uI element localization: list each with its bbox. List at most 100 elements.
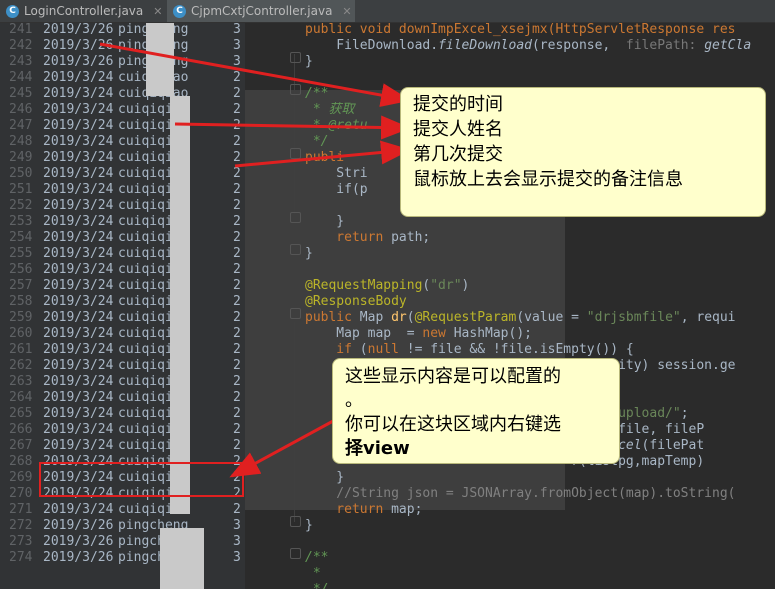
revision-count: 3 [233, 54, 241, 69]
code-line[interactable]: * 获取 [305, 102, 355, 118]
code-token: /** [305, 86, 329, 101]
code-line[interactable]: /** [305, 86, 328, 102]
annotation-row[interactable]: 266 2019/3/24 cuiqiqiao 2 [0, 422, 245, 438]
annotation-row[interactable]: 250 2019/3/24 cuiqiqiao 2 [0, 166, 245, 182]
code-token: } [305, 470, 345, 485]
line-number: 242 [9, 38, 33, 53]
code-line[interactable]: */ [305, 582, 329, 589]
code-token: public void downImpExcel_xsejmx(HttpServ… [305, 22, 736, 37]
code-token: } [305, 214, 345, 229]
revision-count: 2 [233, 230, 241, 245]
line-number: 246 [9, 102, 33, 117]
annotation-row[interactable]: 273 2019/3/26 pingcheng 3 [0, 534, 245, 550]
code-token: "dr" [430, 278, 462, 293]
line-number: 273 [9, 534, 33, 549]
code-line[interactable]: * [305, 566, 321, 582]
code-line[interactable]: } [305, 54, 313, 70]
annotation-row[interactable]: 2432019/3/26pingcheng3 [0, 54, 245, 70]
code-line[interactable]: if(p [305, 182, 367, 198]
code-line[interactable]: @ResponseBody [305, 294, 407, 310]
fold-marker-icon[interactable] [290, 244, 301, 255]
line-number: 267 [9, 438, 33, 453]
annotation-row[interactable]: 259 2019/3/24 cuiqiqiao 2 [0, 310, 245, 326]
annotation-row[interactable]: 254 2019/3/24 cuiqiqiao 2 [0, 230, 245, 246]
fold-marker-icon[interactable] [290, 516, 301, 527]
revision-count: 2 [233, 102, 241, 117]
annotation-row[interactable]: 252 2019/3/24 cuiqiqiao 2 [0, 198, 245, 214]
line-number: 257 [9, 278, 33, 293]
line-number: 249 [9, 150, 33, 165]
annotation-row[interactable]: 260 2019/3/24 cuiqiqiao 2 [0, 326, 245, 342]
annotation-row[interactable]: 261 2019/3/24 cuiqiqiao 2 [0, 342, 245, 358]
code-line[interactable]: //String json = JSONArray.fromObject(map… [305, 486, 735, 502]
commit-date: 2019/3/26 [43, 22, 114, 37]
close-icon[interactable]: ✕ [153, 5, 162, 18]
revision-count: 3 [233, 518, 241, 533]
code-token: if [305, 342, 360, 357]
line-number: 270 [9, 486, 33, 501]
annotation-row[interactable]: 256 2019/3/24 cuiqiqiao 2 [0, 262, 245, 278]
code-line[interactable]: if (null != file && !file.isEmpty()) { [305, 342, 633, 358]
code-line[interactable]: @RequestMapping("dr") [305, 278, 469, 294]
revision-count: 3 [233, 38, 241, 53]
annotation-row[interactable]: 263 2019/3/24 cuiqiqiao 2 [0, 374, 245, 390]
revision-count: 2 [233, 342, 241, 357]
line-number: 274 [9, 550, 33, 565]
annotation-row[interactable]: 2452019/3/24cuiqiqiao2 [0, 86, 245, 102]
commit-date: 2019/3/24 [43, 278, 114, 293]
annotation-row[interactable]: 272 2019/3/26 pingcheng 3 [0, 518, 245, 534]
code-token: (value = [516, 310, 587, 325]
fold-marker-icon[interactable] [290, 548, 301, 559]
code-line[interactable]: public void downImpExcel_xsejmx(HttpServ… [305, 22, 735, 38]
annotation-row[interactable]: 251 2019/3/24 cuiqiqiao 2 [0, 182, 245, 198]
code-line[interactable]: } [305, 214, 344, 230]
code-line[interactable]: Map map = new HashMap(); [305, 326, 532, 342]
annotation-row[interactable]: 267 2019/3/24 cuiqiqiao 2 [0, 438, 245, 454]
fold-marker-icon[interactable] [290, 308, 301, 319]
annotation-row[interactable]: 258 2019/3/24 cuiqiqiao 2 [0, 294, 245, 310]
revision-count: 2 [233, 326, 241, 341]
revision-count: 2 [233, 198, 241, 213]
annotation-row[interactable]: 249 2019/3/24 cuiqiqiao 2 [0, 150, 245, 166]
annotation-row[interactable]: 253 2019/3/24 cuiqiqiao 2 [0, 214, 245, 230]
code-line[interactable]: */ [305, 134, 329, 150]
line-number: 244 [9, 70, 33, 85]
code-line[interactable]: /** [305, 550, 328, 566]
annotation-row[interactable]: 262 2019/3/24 cuiqiqiao 2 [0, 358, 245, 374]
code-token: filePath: [625, 38, 705, 53]
annotation-row[interactable]: 246 2019/3/24 cuiqiqiao 2 [0, 102, 245, 118]
annotation-row[interactable]: 257 2019/3/24 cuiqiqiao 2 [0, 278, 245, 294]
line-number: 268 [9, 454, 33, 469]
code-line[interactable]: FileDownload.fileDownload(response, file… [305, 38, 751, 54]
revision-count: 2 [233, 406, 241, 421]
code-token: } [305, 246, 313, 261]
annotation-row[interactable]: 2412019/3/26pingcheng3 [0, 22, 245, 38]
annotation-row[interactable]: 271 2019/3/24 cuiqiqiao 2 [0, 502, 245, 518]
code-line[interactable]: } [305, 518, 313, 534]
code-line[interactable]: publi [305, 150, 344, 166]
code-line[interactable]: * @retu [305, 118, 368, 134]
tab-login-controller[interactable]: C LoginController.java ✕ [0, 0, 165, 22]
commit-date: 2019/3/24 [43, 358, 114, 373]
annotation-row[interactable]: 265 2019/3/24 cuiqiqiao 2 [0, 406, 245, 422]
commit-date: 2019/3/24 [43, 102, 114, 117]
code-line[interactable]: return path; [305, 230, 430, 246]
annotation-row[interactable]: 255 2019/3/24 cuiqiqiao 2 [0, 246, 245, 262]
annotation-row[interactable]: 248 2019/3/24 cuiqiqiao 2 [0, 134, 245, 150]
annotation-row[interactable]: 2422019/3/26pingcheng3 [0, 38, 245, 54]
annotation-row[interactable]: 274 2019/3/26 pingcheng 3 [0, 550, 245, 566]
annotation-row[interactable]: 2442019/3/24cuiqiqiao2 [0, 70, 245, 86]
code-line[interactable]: } [305, 246, 313, 262]
code-line[interactable]: return map; [305, 502, 422, 518]
fold-marker-icon[interactable] [290, 212, 301, 223]
revision-count: 2 [233, 134, 241, 149]
fold-marker-icon[interactable] [290, 84, 301, 95]
fold-marker-icon[interactable] [290, 52, 301, 63]
code-line[interactable]: } [305, 470, 344, 486]
annotation-row[interactable]: 264 2019/3/24 cuiqiqiao 2 [0, 390, 245, 406]
annotation-row[interactable]: 247 2019/3/24 cuiqiqiao 2 [0, 118, 245, 134]
fold-marker-icon[interactable] [290, 148, 301, 159]
code-token: */ [305, 134, 329, 149]
line-number: 265 [9, 406, 33, 421]
code-line[interactable]: public Map dr(@RequestParam(value = "drj… [305, 310, 736, 326]
